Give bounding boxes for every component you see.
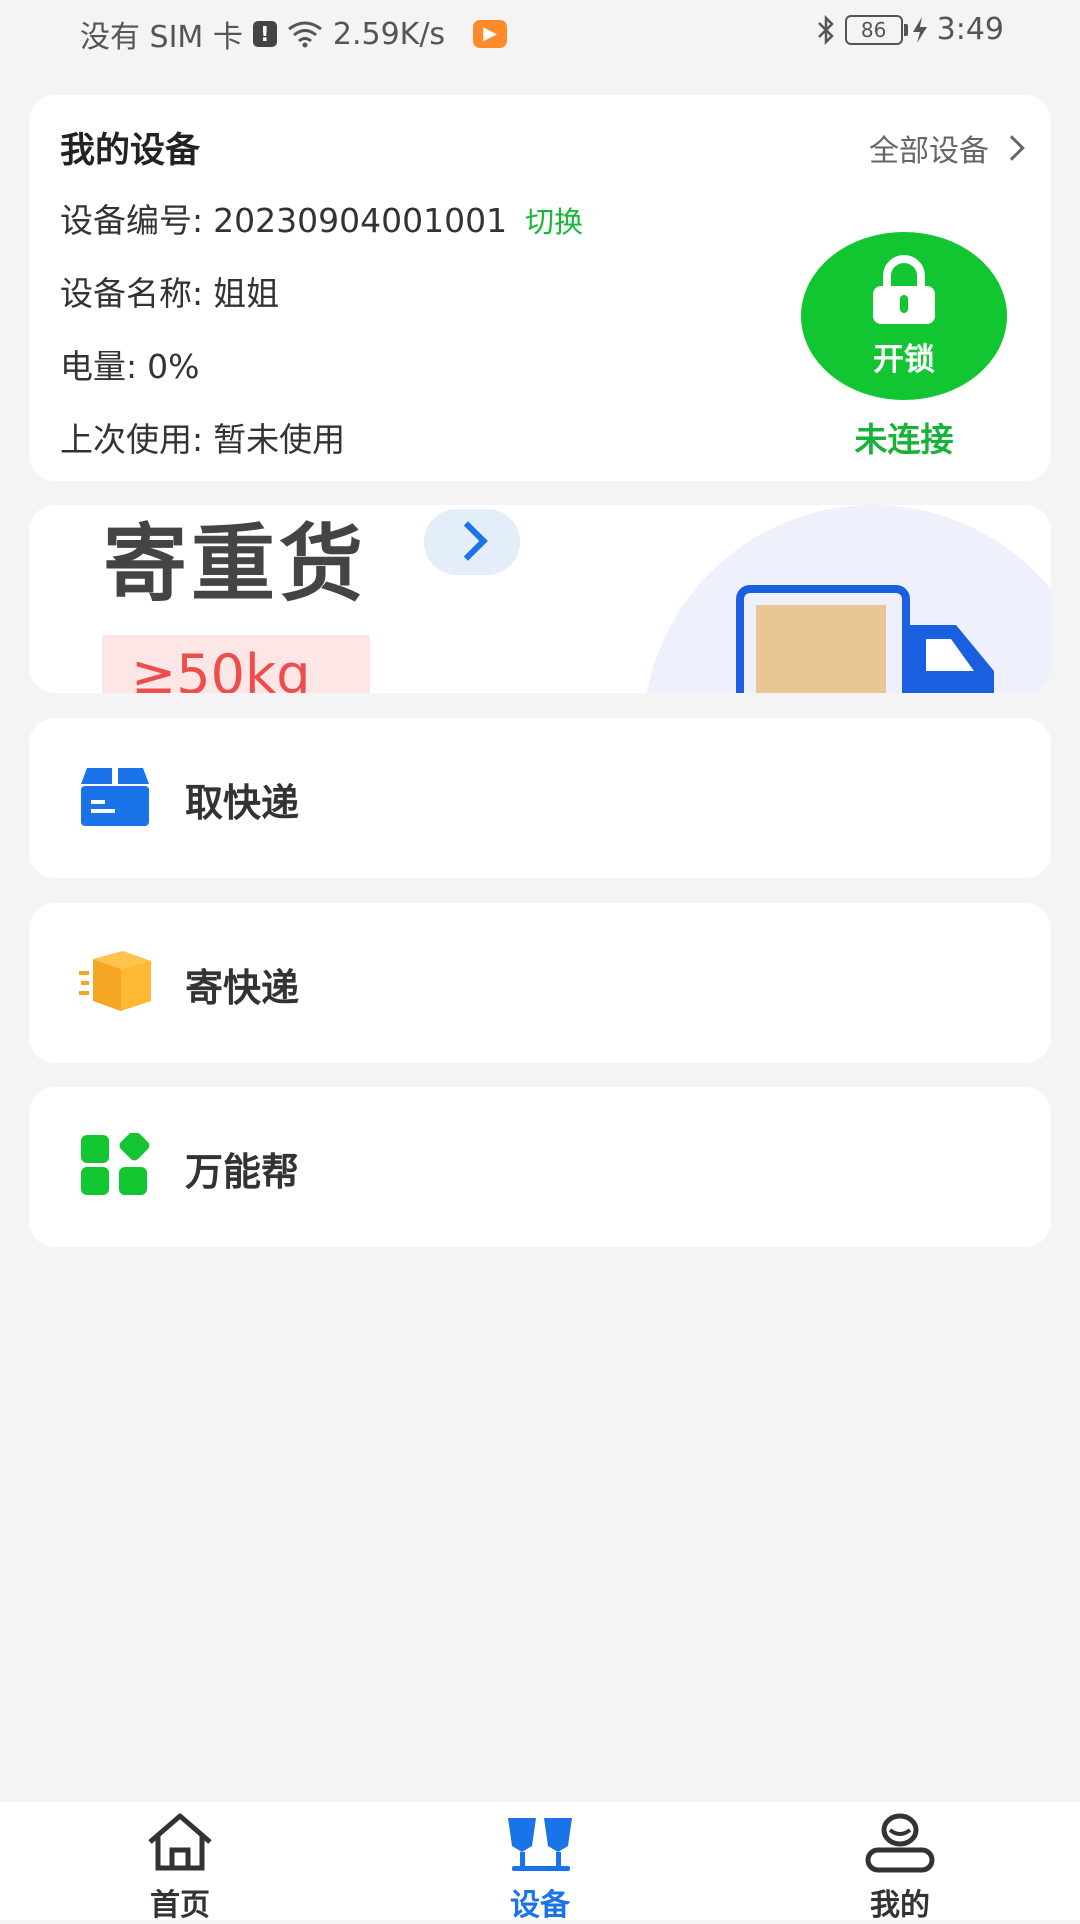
heavy-cargo-banner[interactable]: 寄重货 ≥50kg (29, 505, 1051, 693)
home-icon (148, 1813, 212, 1871)
bottom-tab-bar: 首页 设备 我的 (0, 1802, 1080, 1923)
last-used-label: 上次使用: (60, 420, 204, 459)
wifi-icon (287, 21, 322, 48)
chevron-right-icon (999, 135, 1025, 161)
last-used-row: 上次使用: 暂未使用 (60, 413, 345, 461)
bluetooth-icon (817, 14, 834, 45)
device-number-value: 20230904001001 (213, 201, 508, 240)
shipping-box-icon (79, 951, 151, 1011)
unlock-button[interactable]: 开锁 (801, 232, 1007, 400)
my-device-card: 我的设备 全部设备 设备编号: 20230904001001 切换 设备名称: 姐姐 … (29, 95, 1051, 481)
banner-weight-text: ≥50kg (131, 643, 311, 693)
tab-mine-label: 我的 (870, 1888, 930, 1923)
switch-device-button[interactable]: 切换 (525, 205, 583, 239)
service-label: 寄快递 (185, 966, 300, 1010)
network-speed: 2.59K/s (332, 16, 446, 52)
tab-device[interactable]: 设备 (460, 1802, 620, 1923)
connection-status: 未连接 (854, 420, 954, 459)
all-devices-label: 全部设备 (869, 134, 989, 169)
box-icon (81, 768, 149, 826)
truck-icon (736, 585, 994, 693)
apps-icon (81, 1133, 150, 1195)
device-card-title: 我的设备 (60, 131, 201, 171)
service-label: 万能帮 (185, 1150, 300, 1194)
tab-home[interactable]: 首页 (100, 1802, 260, 1923)
app-notification-icon: ▶ (473, 20, 508, 48)
device-name-value: 姐姐 (213, 274, 280, 313)
banner-arrow-icon (424, 509, 520, 575)
clock: 3:49 (936, 12, 1004, 47)
battery-row: 电量: 0% (60, 340, 199, 388)
unlock-label: 开锁 (873, 342, 935, 378)
lock-icon (873, 255, 935, 324)
send-parcel-item[interactable]: 寄快递 (29, 903, 1051, 1063)
device-icon (508, 1818, 572, 1871)
tab-home-label: 首页 (150, 1888, 210, 1923)
status-left: 没有 SIM 卡 ! 2.59K/s ▶ (80, 12, 508, 56)
pickup-parcel-item[interactable]: 取快递 (29, 718, 1051, 878)
battery-value: 0% (147, 347, 200, 386)
device-name-row: 设备名称: 姐姐 (60, 267, 279, 315)
battery-label: 电量: (60, 347, 138, 386)
device-name-label: 设备名称: (60, 274, 204, 313)
carrier-text: 没有 SIM 卡 (80, 20, 243, 55)
last-used-value: 暂未使用 (213, 420, 346, 459)
status-right: 86 3:49 (815, 12, 1004, 47)
device-number-label: 设备编号: (60, 201, 204, 240)
battery-icon: 86 (844, 14, 908, 45)
tab-device-label: 设备 (510, 1888, 570, 1923)
service-label: 取快递 (185, 781, 300, 825)
sim-alert-icon: ! (252, 21, 277, 47)
universal-helper-item[interactable]: 万能帮 (29, 1087, 1051, 1247)
user-icon (865, 1813, 935, 1873)
tab-mine[interactable]: 我的 (820, 1802, 980, 1923)
banner-title: 寄重货 (103, 515, 368, 613)
status-bar: 没有 SIM 卡 ! 2.59K/s ▶ 86 3:49 (0, 0, 1080, 62)
all-devices-link[interactable]: 全部设备 (869, 126, 1025, 170)
device-number-row: 设备编号: 20230904001001 切换 (60, 194, 583, 242)
charging-icon (912, 16, 927, 43)
